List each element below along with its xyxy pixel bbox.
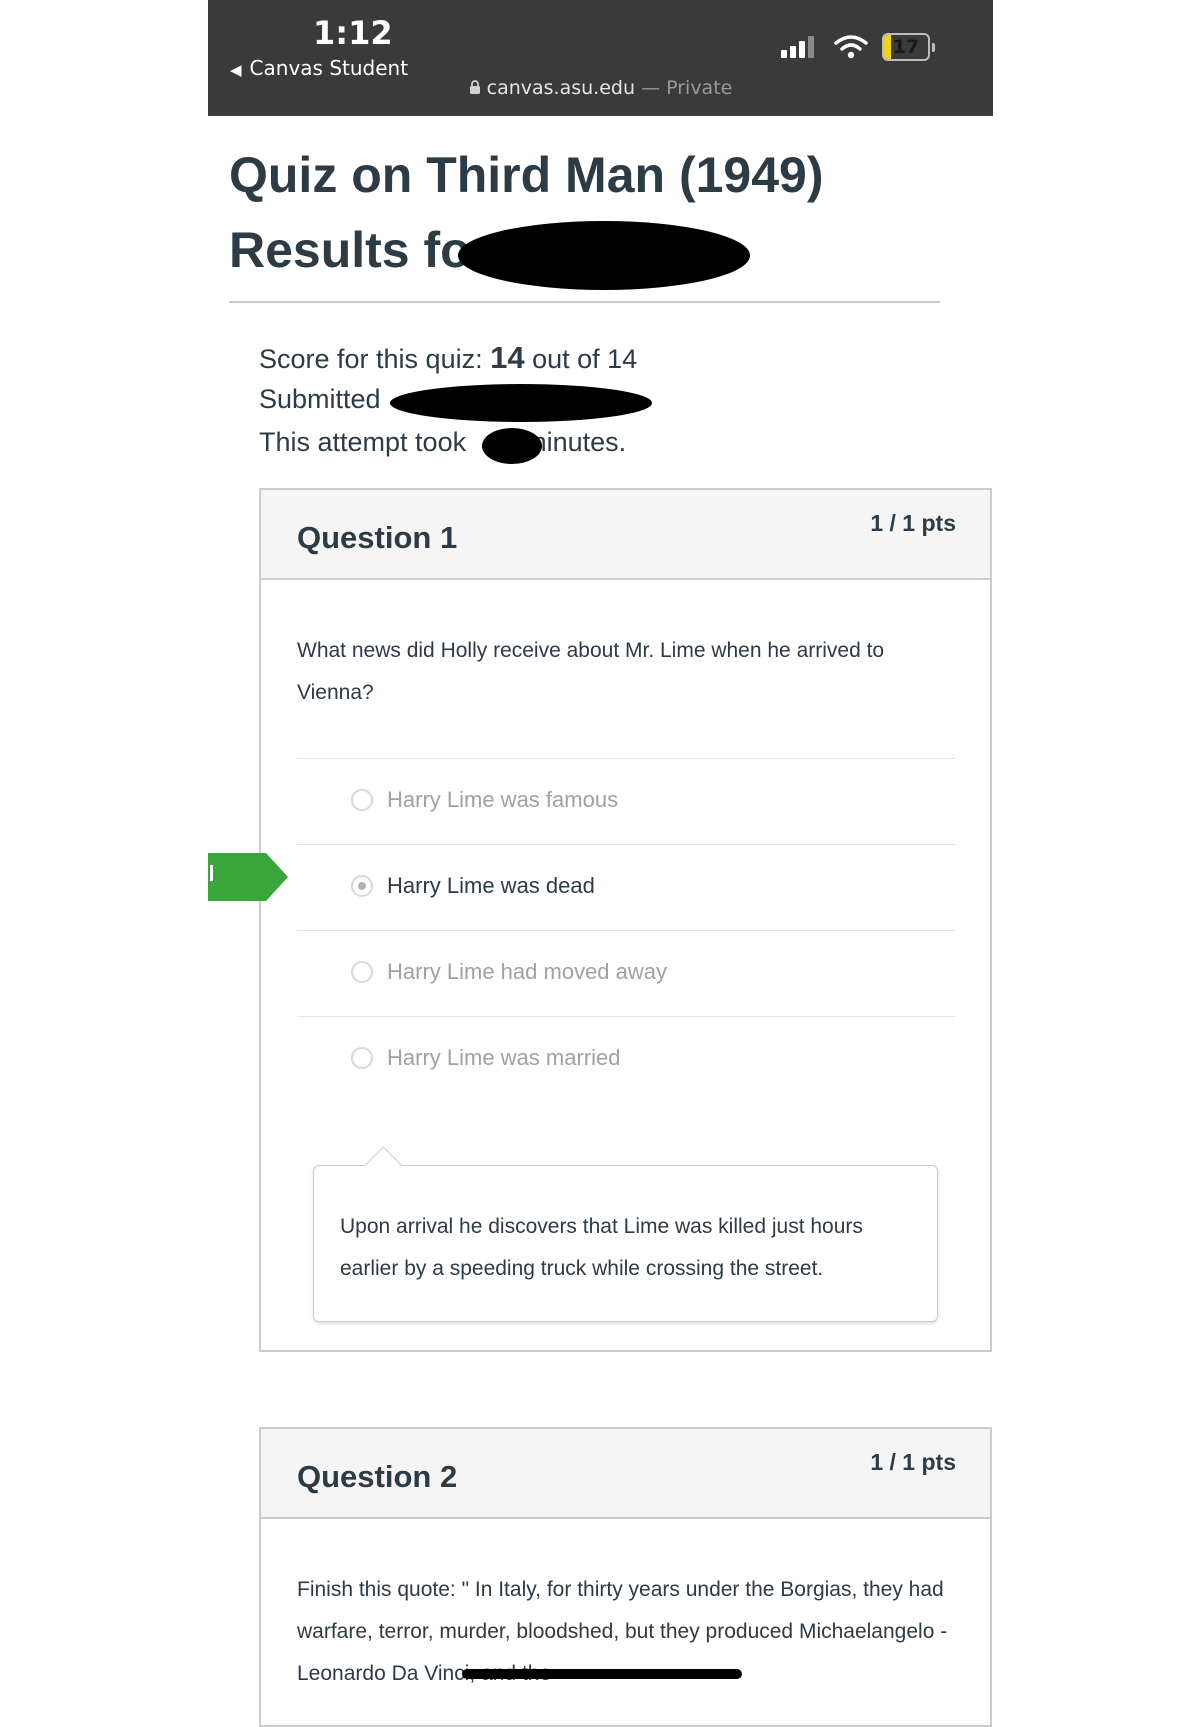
wifi-icon <box>834 35 868 59</box>
phone-status-bar: 1:12 ◀ Canvas Student canvas.asu.edu — Pr… <box>208 0 993 116</box>
redaction-mark <box>458 221 750 290</box>
question-title: Question 1 <box>297 520 458 555</box>
question-card: Question 2 1 / 1 pts Finish this quote: … <box>259 1427 992 1727</box>
question-header: Question 1 1 / 1 pts <box>261 490 990 580</box>
question-title: Question 2 <box>297 1459 458 1494</box>
redaction-mark <box>482 428 542 464</box>
submitted-label: Submitted <box>259 384 381 414</box>
attempt-label: This attempt took <box>259 427 467 457</box>
radio-button-selected <box>351 875 373 897</box>
score-total: out of 14 <box>524 344 638 374</box>
heading-divider <box>229 301 940 303</box>
battery-cap <box>932 42 935 52</box>
score-value: 14 <box>490 340 525 375</box>
battery-level: 17 <box>892 36 920 58</box>
answer-label: Harry Lime was dead <box>387 873 595 898</box>
submitted-line: Submitted <box>259 384 381 415</box>
status-icons: 17 <box>780 33 935 61</box>
url-text: canvas.asu.edu <box>486 77 636 99</box>
question-text: What news did Holly receive about Mr. Li… <box>297 639 885 704</box>
correct-answer-flag-icon <box>208 853 288 901</box>
answer-label: Harry Lime had moved away <box>387 959 668 984</box>
private-label: — Private <box>641 77 733 99</box>
battery-indicator: 17 <box>882 33 935 61</box>
answer-option: Harry Lime had moved away <box>297 930 955 1017</box>
clock: 1:12 <box>313 14 393 52</box>
radio-button <box>351 961 373 983</box>
redaction-mark <box>390 384 652 422</box>
score-line: Score for this quiz: 14 out of 14 <box>259 340 637 376</box>
answer-option: Harry Lime was dead <box>297 844 955 931</box>
answer-comment: Upon arrival he discovers that Lime was … <box>313 1146 938 1322</box>
radio-button <box>351 1047 373 1069</box>
answer-label: Harry Lime was married <box>387 1045 621 1070</box>
comment-text: Upon arrival he discovers that Lime was … <box>340 1215 863 1280</box>
answer-option: Harry Lime was famous <box>297 758 955 845</box>
cellular-signal-icon <box>781 36 814 58</box>
attempt-line: This attempt took minutes. <box>259 427 626 458</box>
question-points: 1 / 1 pts <box>870 1449 956 1475</box>
question-points: 1 / 1 pts <box>870 510 956 536</box>
results-heading: Results fo <box>229 222 471 278</box>
redaction-mark <box>462 1669 742 1679</box>
answer-option: Harry Lime was married <box>297 1016 955 1103</box>
radio-button <box>351 789 373 811</box>
answer-label: Harry Lime was famous <box>387 787 619 812</box>
address-bar[interactable]: canvas.asu.edu — Private <box>208 77 993 99</box>
page-title: Quiz on Third Man (1949) <box>229 147 824 203</box>
lock-icon <box>469 80 480 94</box>
score-label: Score for this quiz: <box>259 344 491 374</box>
question-header: Question 2 1 / 1 pts <box>261 1429 990 1519</box>
